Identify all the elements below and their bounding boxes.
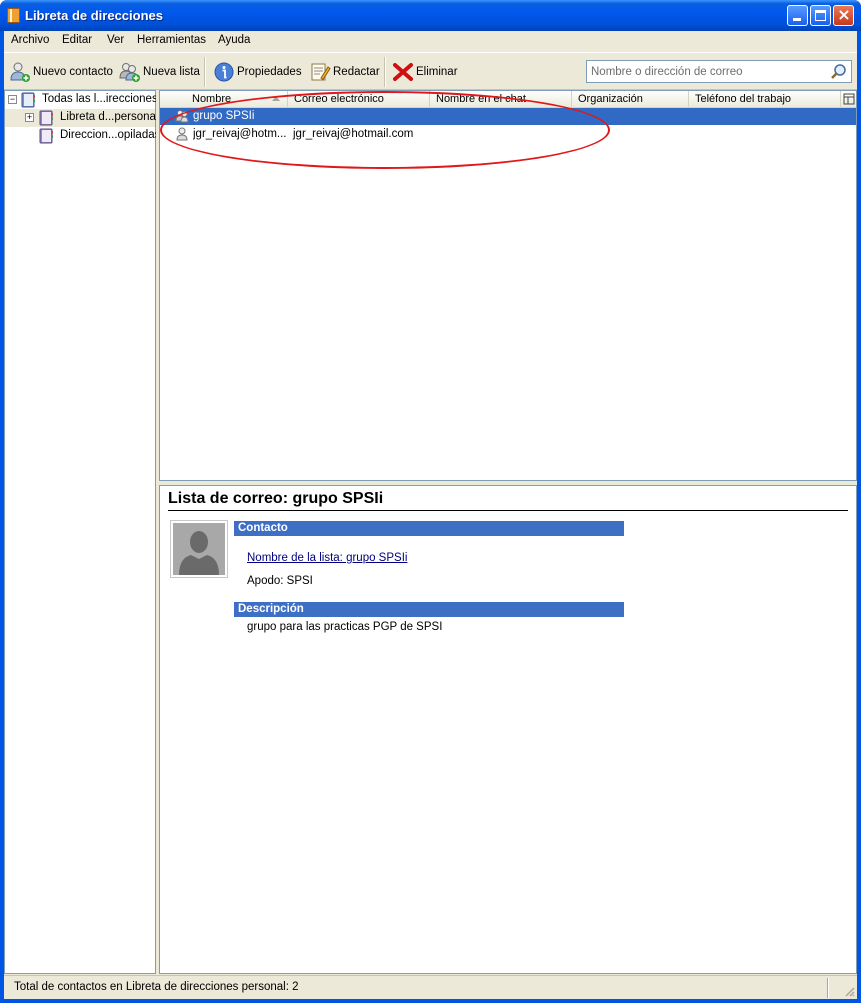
status-bar: Total de contactos en Libreta de direcci… [4,975,857,999]
toolbar-separator [204,57,206,87]
column-header-work-phone[interactable]: Teléfono del trabajo [689,91,841,107]
tree-item-label: Direccion...opiladas [60,129,161,141]
collapse-toggle-icon[interactable]: − [8,95,17,104]
compose-label: Redactar [333,65,380,78]
address-book-icon [20,92,36,108]
minimize-button[interactable] [787,5,808,26]
address-book-icon [38,128,54,144]
new-contact-icon [9,61,31,83]
resize-grip-icon[interactable] [843,985,855,997]
close-button[interactable]: × [833,5,854,26]
contact-detail-pane: Lista de correo: grupo SPSIi Contacto No… [159,485,857,974]
column-header-name[interactable]: Nombre [160,91,288,107]
list-row-contact[interactable]: jgr_reivaj@hotm... jgr_reivaj@hotmail.co… [160,126,856,143]
detail-title: Lista de correo: grupo SPSIi [168,490,384,507]
address-book-icon [38,110,54,126]
list-name-link[interactable]: Nombre de la lista: grupo SPSIi [247,552,407,564]
new-list-label: Nueva lista [143,65,200,78]
nickname-text: Apodo: SPSI [247,575,313,587]
column-header-email[interactable]: Correo electrónico [288,91,430,107]
column-header-organization[interactable]: Organización [572,91,689,107]
contact-icon [175,127,189,141]
menu-editar[interactable]: Editar [62,34,92,46]
tree-item-personal-book[interactable]: + Libreta d...personal [5,109,159,127]
tree-item-collected-addresses[interactable]: Direccion...opiladas [5,127,160,145]
properties-button[interactable]: Propiedades [213,58,302,85]
sort-ascending-icon [272,96,280,101]
expand-toggle-icon[interactable]: + [25,113,34,122]
menu-ayuda[interactable]: Ayuda [218,34,250,46]
close-icon: × [837,5,851,24]
search-input[interactable] [587,61,827,82]
mailing-list-icon [175,109,189,123]
tree-item-all-books[interactable]: − Todas las l...irecciones [5,91,158,109]
title-bar[interactable]: Libreta de direcciones × [0,0,861,31]
address-book-tree: − Todas las l...irecciones + Libreta d..… [4,90,160,974]
contact-list: Nombre Correo electrónico Nombre en el c… [159,90,857,481]
new-contact-button[interactable]: Nuevo contacto [9,58,113,85]
tree-item-label: Libreta d...personal [60,111,159,123]
row-name: grupo SPSIi [193,110,255,122]
column-picker-icon[interactable] [843,93,855,105]
detail-title-rule [168,510,848,511]
column-header-bar: Nombre Correo electrónico Nombre en el c… [160,91,856,108]
maximize-icon [815,10,826,21]
new-contact-label: Nuevo contacto [33,65,113,78]
column-header-chat-name[interactable]: Nombre en el chat [430,91,572,107]
search-icon[interactable] [830,63,848,80]
toolbar: Nuevo contacto Nueva lista Propiedades R [4,52,857,90]
app-window: Libreta de direcciones × Archivo Editar … [0,0,861,1003]
contact-section-header: Contacto [234,521,624,536]
list-row-mailing-list[interactable]: grupo SPSIi [160,108,856,125]
client-area: Archivo Editar Ver Herramientas Ayuda Nu… [4,31,857,999]
address-book-app-icon [7,8,20,23]
avatar-placeholder-icon [173,523,225,575]
column-name-label: Nombre [192,93,232,105]
new-list-icon [119,61,141,83]
row-email: jgr_reivaj@hotmail.com [293,128,414,140]
delete-label: Eliminar [416,65,458,78]
description-section-header: Descripción [234,602,624,617]
maximize-button[interactable] [810,5,831,26]
menu-ver[interactable]: Ver [107,34,124,46]
description-text: grupo para las practicas PGP de SPSI [247,621,443,633]
minimize-icon [793,18,801,21]
status-text: Total de contactos en Libreta de direcci… [14,981,299,993]
row-name: jgr_reivaj@hotm... [193,128,287,140]
menu-bar: Archivo Editar Ver Herramientas Ayuda [4,31,857,51]
menu-herramientas[interactable]: Herramientas [137,34,206,46]
compose-icon [309,61,331,83]
info-icon [213,61,235,83]
toolbar-separator [384,57,386,87]
avatar [170,520,228,578]
list-name-link-wrapper: Nombre de la lista: grupo SPSIi [247,552,407,564]
compose-button[interactable]: Redactar [309,58,380,85]
search-box [586,60,852,83]
window-title: Libreta de direcciones [25,8,163,23]
delete-icon [392,61,414,83]
status-divider [827,978,829,998]
new-list-button[interactable]: Nueva lista [119,58,200,85]
menu-archivo[interactable]: Archivo [11,34,49,46]
delete-button[interactable]: Eliminar [392,58,458,85]
tree-item-label: Todas las l...irecciones [42,93,158,105]
properties-label: Propiedades [237,65,302,78]
